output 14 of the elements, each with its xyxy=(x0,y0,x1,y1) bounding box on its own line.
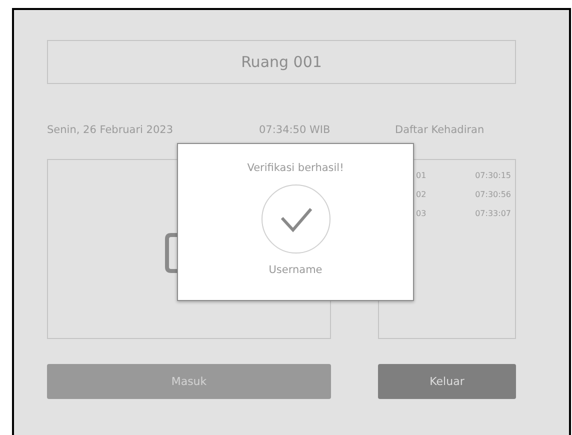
username-text: Username xyxy=(268,264,322,276)
date-text: Senin, 26 Februari 2023 xyxy=(47,124,174,136)
checkmark-icon xyxy=(260,184,330,254)
attendance-time: 07:33:07 xyxy=(475,209,511,220)
attendance-id: 03 xyxy=(416,209,426,220)
clock-text: 07:34:50 WIB xyxy=(259,124,332,136)
dialog-title: Verifikasi berhasil! xyxy=(247,162,344,174)
attendance-id: 01 xyxy=(416,171,426,182)
attendance-title: Daftar Kehadiran xyxy=(395,124,484,136)
attendance-time: 07:30:56 xyxy=(475,190,511,201)
attendance-time: 07:30:15 xyxy=(475,171,511,182)
exit-button[interactable]: Keluar xyxy=(378,364,516,399)
attendance-id: 02 xyxy=(416,190,426,201)
room-title: Ruang 001 xyxy=(241,53,322,71)
